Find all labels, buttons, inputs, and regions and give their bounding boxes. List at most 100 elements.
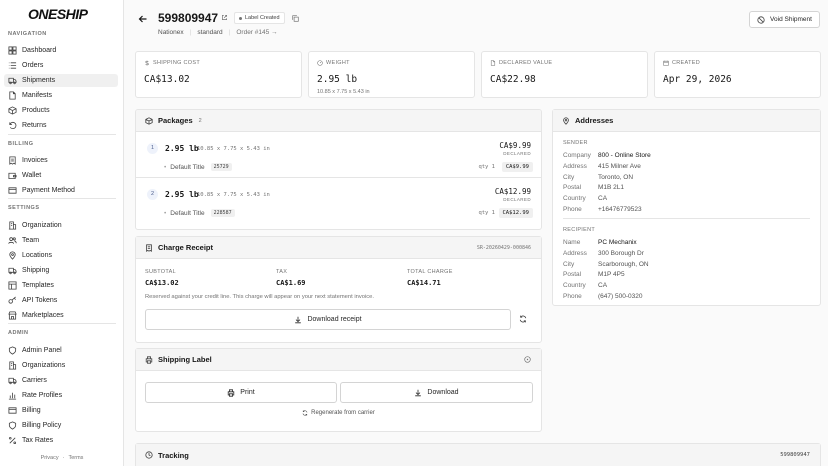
package-item-price: CA$9.99	[501, 162, 533, 172]
sidebar-item-admin-panel[interactable]: Admin Panel	[4, 344, 118, 357]
sidebar-item-label: Invoices	[22, 157, 48, 164]
receipt-note: Reserved against your credit line. This …	[145, 294, 374, 300]
stat-label: CREATED	[672, 60, 700, 66]
list-icon	[8, 62, 17, 69]
template-icon	[8, 281, 17, 290]
nav-section-title: ADMIN	[8, 330, 29, 336]
address-value: CA	[598, 282, 608, 290]
sidebar-item-marketplaces[interactable]: Marketplaces	[4, 309, 118, 322]
card-icon	[8, 407, 17, 414]
stat-value: CA$22.98	[490, 74, 536, 85]
download-label-button[interactable]: Download	[340, 382, 533, 403]
stat-label-row: DECLARED VALUE	[490, 60, 552, 66]
sidebar-item-label: Admin Panel	[22, 347, 62, 354]
refresh-icon[interactable]	[519, 315, 527, 323]
address-key: Country	[563, 195, 586, 203]
sidebar-item-wallet[interactable]: Wallet	[4, 169, 118, 182]
box-icon	[8, 106, 17, 115]
sidebar-item-label: Returns	[22, 122, 47, 129]
sidebar-item-billing-policy[interactable]: Billing Policy	[4, 419, 118, 432]
subtotal-label: SUBTOTAL	[145, 269, 176, 275]
address-value: 415 Milner Ave	[598, 162, 641, 170]
sidebar-item-templates[interactable]: Templates	[4, 279, 118, 292]
printer-icon	[145, 355, 153, 364]
address-value: 300 Borough Dr	[598, 249, 644, 257]
terms-link[interactable]: Terms	[68, 455, 83, 461]
void-icon	[757, 15, 765, 24]
sidebar-item-payment-method[interactable]: Payment Method	[4, 184, 118, 197]
address-key: City	[563, 260, 575, 268]
package-weight: 2.95 lb	[165, 190, 199, 199]
sidebar-item-shipments[interactable]: Shipments	[4, 74, 118, 87]
sidebar-item-label: Billing	[22, 407, 41, 414]
sidebar-item-rate-profiles[interactable]: Rate Profiles	[4, 389, 118, 402]
sidebar-item-organizations[interactable]: Organizations	[4, 359, 118, 372]
stat-label: DECLARED VALUE	[499, 60, 553, 66]
download-receipt-button[interactable]: Download receipt	[145, 309, 511, 330]
sidebar-item-label: Dashboard	[22, 47, 57, 54]
package-number: 2	[147, 189, 158, 200]
charge-receipt-card: Charge Receipt SR-20260429-000846 SUBTOT…	[135, 236, 542, 343]
sidebar-item-returns[interactable]: Returns	[4, 119, 118, 132]
address-value: Scarborough, ON	[598, 260, 649, 268]
sidebar-item-shipping[interactable]: Shipping	[4, 264, 118, 277]
truck-icon	[8, 267, 17, 275]
sidebar-item-carriers[interactable]: Carriers	[4, 374, 118, 387]
regenerate-link[interactable]: Regenerate from carrier	[136, 410, 541, 416]
percent-icon	[8, 436, 17, 445]
sidebar-item-api-tokens[interactable]: API Tokens	[4, 294, 118, 307]
address-key: Address	[563, 249, 587, 257]
receipt-header: Charge Receipt SR-20260429-000846	[136, 237, 541, 259]
package-item: • Default Title 228587	[164, 209, 235, 217]
arrow-left-icon	[138, 15, 147, 23]
sidebar-item-dashboard[interactable]: Dashboard	[4, 44, 118, 57]
address-row: City Toronto, ON	[563, 174, 633, 181]
package-weight: 2.95 lb	[165, 144, 199, 153]
address-row: Phone +16476779523	[563, 206, 642, 213]
print-button[interactable]: Print	[145, 382, 337, 403]
sidebar-item-label: Organizations	[22, 362, 66, 369]
sidebar-item-organization[interactable]: Organization	[4, 219, 118, 232]
subtotal-value: CA$13.02	[145, 279, 179, 287]
sidebar-item-team[interactable]: Team	[4, 234, 118, 247]
return-icon	[9, 121, 17, 130]
collapse-icon[interactable]	[524, 356, 531, 363]
address-row: Country CA	[563, 282, 607, 289]
sidebar-item-locations[interactable]: Locations	[4, 249, 118, 262]
sender-label: SENDER	[563, 140, 588, 146]
download-receipt-label: Download receipt	[307, 316, 362, 323]
main-content: 599809947 Label Created Nationex | standa…	[124, 0, 828, 466]
sidebar-item-billing[interactable]: Billing	[4, 404, 118, 417]
back-button[interactable]	[138, 14, 148, 24]
packages-card: Packages 2 1 2.95 lb 10.85 x 7.75 x 5.43 i…	[135, 109, 542, 230]
tracking-header: Tracking 599809947	[136, 444, 820, 466]
logo: ONESHIP	[28, 6, 88, 22]
address-key: Postal	[563, 184, 582, 192]
sidebar-item-invoices[interactable]: Invoices	[4, 154, 118, 167]
building-icon	[8, 221, 17, 230]
external-link-icon[interactable]	[221, 14, 228, 21]
address-value: CA	[598, 195, 608, 203]
copy-icon[interactable]	[292, 15, 299, 22]
sidebar-item-tax-rates[interactable]: Tax Rates	[4, 434, 118, 447]
package-item-price: CA$12.99	[498, 208, 533, 218]
address-row: Address 415 Milner Ave	[563, 163, 641, 170]
stat-label-row: WEIGHT	[317, 60, 350, 66]
total-label: TOTAL CHARGE	[407, 269, 453, 275]
order-link[interactable]: Order #145 →	[236, 29, 277, 36]
receipt-ref: SR-20260429-000846	[476, 244, 531, 251]
package-item-sku: 25729	[210, 163, 232, 171]
recipient-label: RECIPIENT	[563, 227, 596, 233]
printer-icon	[228, 388, 235, 397]
sidebar-item-products[interactable]: Products	[4, 104, 118, 117]
address-row: Phone (647) 500-0320	[563, 293, 642, 300]
stat-sub: 10.85 x 7.75 x 5.43 in	[317, 89, 370, 95]
privacy-link[interactable]: Privacy	[41, 455, 59, 461]
address-key: Phone	[563, 206, 582, 213]
sidebar-item-orders[interactable]: Orders	[4, 59, 118, 72]
void-shipment-button[interactable]: Void Shipment	[749, 11, 820, 28]
sidebar-item-manifests[interactable]: Manifests	[4, 89, 118, 102]
tax-value: CA$1.69	[276, 279, 306, 287]
building-icon	[8, 361, 17, 370]
shipment-meta: Nationex | standard | Order #145 →	[158, 29, 278, 36]
